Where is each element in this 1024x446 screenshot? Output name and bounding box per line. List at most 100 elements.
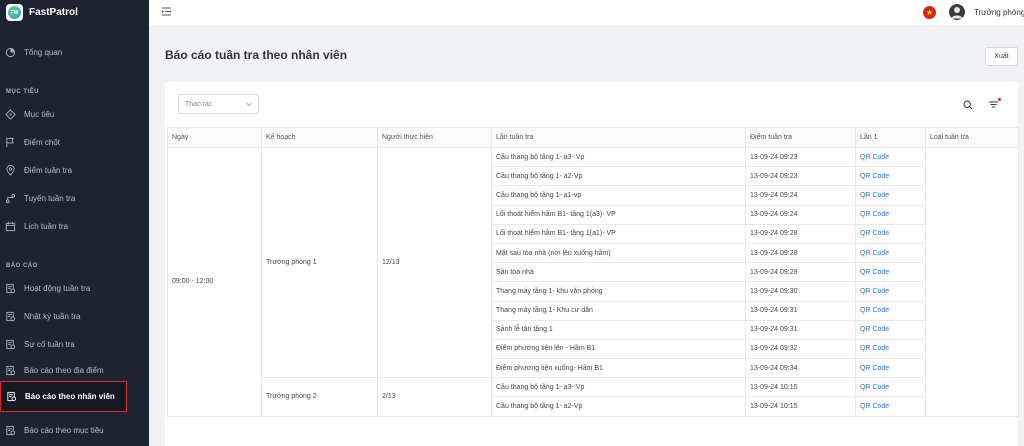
patrol-point-cell: Sân tòa nhà: [491, 262, 746, 283]
sidebar-item-report-by-location[interactable]: Báo cáo theo địa điểm: [0, 360, 149, 380]
route-icon: [5, 193, 16, 204]
date-cell: 09:00 - 12:00: [167, 147, 262, 417]
patrol-point-cell: Cầu thang bộ tầng 1- a3- Vp: [491, 377, 746, 398]
export-button[interactable]: Xuất: [985, 47, 1018, 66]
patrol-point-cell: Điểm phương tiện xuống- Hầm B1: [491, 358, 746, 379]
qr-code-link[interactable]: QR Code: [855, 185, 926, 206]
menu-fold-icon[interactable]: [161, 6, 172, 17]
sidebar-item-patrol-schedule[interactable]: Lịch tuần tra: [0, 216, 149, 236]
qr-code-link[interactable]: QR Code: [855, 166, 926, 187]
patrol-point-cell: Cầu thang bộ tầng 1- a3- Vp: [491, 146, 746, 168]
time-cell: 13-09-24 09:28: [745, 242, 856, 264]
count-cell: 2/13: [377, 377, 492, 417]
action-select[interactable]: Thao tác: [178, 94, 259, 114]
time-cell: 13-09-24 09:32: [745, 338, 856, 360]
column-header-date[interactable]: Ngày: [167, 127, 262, 148]
qr-code-link[interactable]: QR Code: [855, 358, 926, 379]
time-cell: 13-09-24 09:24: [745, 185, 856, 206]
sidebar-item-patrol-log[interactable]: Nhật ký tuần tra: [0, 306, 149, 326]
time-cell: 13-09-24 09:31: [745, 319, 856, 340]
column-header-plan[interactable]: Kế hoạch: [261, 127, 378, 148]
flag-icon: [5, 137, 16, 148]
qr-code-link[interactable]: QR Code: [855, 223, 926, 244]
patrol-point-cell: Sảnh lễ tân tầng 1: [491, 319, 746, 340]
filter-icon[interactable]: [988, 99, 999, 110]
avatar[interactable]: [949, 4, 965, 20]
qr-code-link[interactable]: QR Code: [855, 319, 926, 340]
target-icon: [5, 108, 16, 120]
sidebar-item-patrol-incidents[interactable]: Sự cố tuần tra: [0, 334, 149, 354]
app-logo-mark: FW: [8, 6, 21, 19]
sidebar-item-label: Sự cố tuần tra: [24, 339, 75, 349]
page-title: Báo cáo tuần tra theo nhân viên: [165, 48, 348, 62]
qr-code-link[interactable]: QR Code: [855, 338, 926, 360]
sidebar-item-label: Điểm chốt: [24, 137, 61, 147]
column-header-round-1[interactable]: Lần 1: [855, 127, 926, 148]
patrol-point-cell: Cầu thang bộ tầng 1- a2-Vp: [491, 166, 746, 187]
search-icon[interactable]: [963, 100, 973, 110]
report-icon: [5, 311, 16, 322]
time-cell: 13-09-24 10:15: [745, 396, 856, 417]
sidebar-item-label: Mục tiêu: [24, 109, 55, 119]
sidebar-item-targets[interactable]: Mục tiêu: [0, 104, 149, 124]
time-cell: 13-09-24 09:34: [745, 358, 856, 379]
sidebar-item-report-by-employee[interactable]: Báo cáo theo nhân viên: [0, 381, 127, 412]
qr-code-link[interactable]: QR Code: [855, 281, 926, 302]
count-cell: 12/13: [377, 146, 492, 379]
sidebar-item-label: Lịch tuần tra: [24, 221, 69, 231]
qr-code-link[interactable]: QR Code: [855, 300, 926, 321]
table-header-row: Ngày Kế hoạch Người thực hiện Lần tuần t…: [167, 127, 1019, 148]
sidebar-item-label: Tuyến tuần tra: [24, 193, 76, 203]
calendar-icon: [5, 221, 16, 232]
filter-badge: [998, 98, 1001, 101]
report-icon: [5, 425, 16, 436]
sidebar-item-label: Nhật ký tuần tra: [24, 311, 81, 321]
column-header-performer[interactable]: Người thực hiện: [377, 127, 492, 148]
qr-code-link[interactable]: QR Code: [855, 377, 926, 398]
sidebar-item-patrol-points[interactable]: Điểm tuần tra: [0, 160, 149, 180]
report-icon: [5, 365, 16, 376]
table-row: 09:00 - 12:00 Trưởng phòng 1 12/13 Cầu t…: [167, 146, 1019, 417]
sidebar-item-report-by-target[interactable]: Báo cáo theo mục tiêu: [0, 420, 149, 440]
user-name[interactable]: Trưởng phòng: [974, 8, 1024, 17]
patrol-point-cell: Điểm phương tiện lên - Hầm B1: [491, 338, 746, 360]
section-title-reports: BÁO CÁO: [6, 263, 38, 269]
patrol-point-cell: Cầu thang bộ tầng 1- a1-vp: [491, 185, 746, 206]
sidebar: FW FastPatrol Tổng quan MỤC TIÊU Mục tiê…: [0, 0, 149, 446]
report-icon: [5, 283, 16, 294]
plan-cell: Trưởng phòng 2: [261, 377, 378, 417]
time-cell: 13-09-24 09:29: [745, 262, 856, 283]
sidebar-item-patrol-routes[interactable]: Tuyến tuần tra: [0, 188, 149, 208]
sidebar-item-label: Báo cáo theo nhân viên: [25, 392, 115, 401]
time-cell: 13-09-24 09:31: [745, 300, 856, 321]
section-title-targets: MỤC TIÊU: [6, 89, 39, 95]
sidebar-item-label: Báo cáo theo địa điểm: [24, 365, 104, 375]
qr-code-link[interactable]: QR Code: [855, 262, 926, 283]
column-header-patrol-point[interactable]: Điểm tuần tra: [745, 127, 856, 148]
app-logo: FW: [6, 4, 23, 21]
topbar: ★ Trưởng phòng: [149, 0, 1024, 25]
qr-code-link[interactable]: QR Code: [855, 204, 926, 225]
sidebar-item-checkpoints[interactable]: Điểm chốt: [0, 132, 149, 152]
time-cell: 13-09-24 10:15: [745, 377, 856, 398]
patrol-type-cell: [925, 147, 1019, 417]
qr-code-link[interactable]: QR Code: [855, 396, 926, 417]
qr-code-link[interactable]: QR Code: [855, 146, 926, 168]
sidebar-item-overview[interactable]: Tổng quan: [0, 42, 149, 62]
sidebar-item-label: Hoạt động tuần tra: [24, 283, 91, 293]
column-header-patrol-type[interactable]: Loại tuần tra: [925, 127, 1019, 148]
brand[interactable]: FW FastPatrol: [0, 0, 149, 25]
time-cell: 13-09-24 09:28: [745, 223, 856, 244]
time-cell: 13-09-24 09:30: [745, 281, 856, 302]
report-icon: [6, 391, 17, 402]
chevron-down-icon: [245, 100, 253, 108]
plan-cell: Trưởng phòng 1: [261, 146, 378, 379]
column-header-patrol-round[interactable]: Lần tuần tra: [491, 127, 746, 148]
time-cell: 13-09-24 09:23: [745, 146, 856, 168]
vietnam-flag-icon[interactable]: ★: [923, 6, 936, 19]
patrol-point-cell: Lối thoát hiểm hầm B1- tầng 1(a3)- VP: [491, 204, 746, 225]
sidebar-item-patrol-activity[interactable]: Hoạt động tuần tra: [0, 278, 149, 298]
time-cell: 13-09-24 09:23: [745, 166, 856, 187]
qr-code-link[interactable]: QR Code: [855, 242, 926, 264]
app-name: FastPatrol: [29, 7, 78, 18]
